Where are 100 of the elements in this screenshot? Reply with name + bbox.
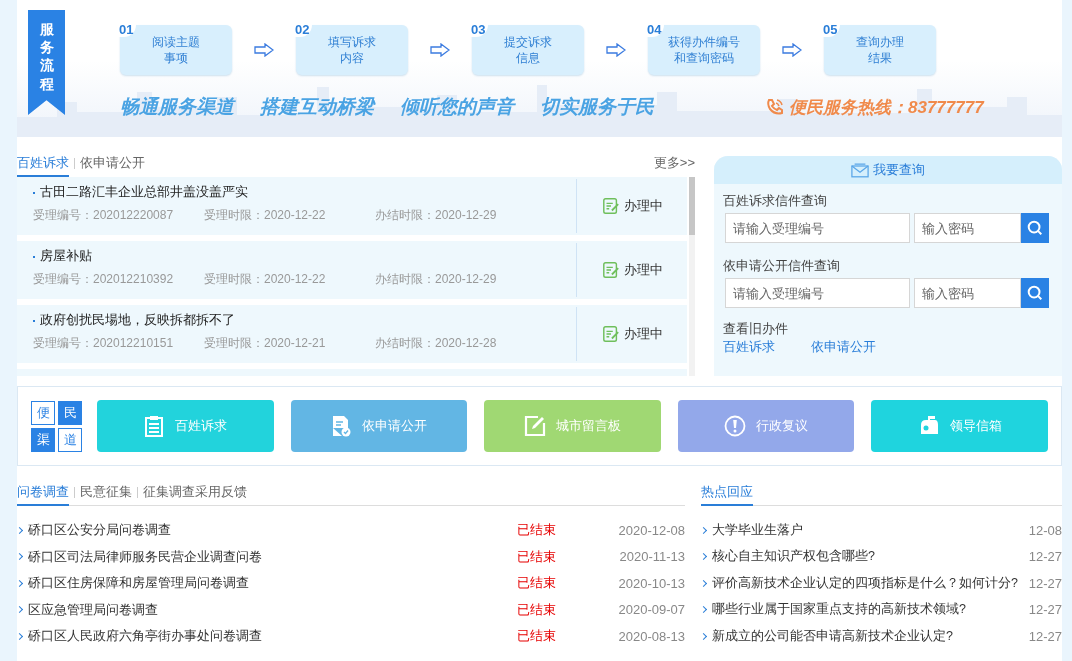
step-label: 提交诉求 — [504, 34, 552, 50]
badge-character: 便 — [31, 400, 55, 425]
search-icon — [1026, 284, 1044, 302]
badge-character: 民 — [58, 400, 82, 425]
edit-icon — [524, 415, 546, 437]
question-link[interactable]: 哪些行业属于国家重点支持的高新技术领域? — [712, 601, 1018, 619]
edit-note-icon — [601, 261, 620, 279]
step-label: 查询办理 — [856, 34, 904, 50]
question-date: 12-08 — [1027, 522, 1062, 538]
hotline-text: 便民服务热线：83777777 — [789, 96, 984, 119]
old-case-link[interactable]: 依申请公开 — [811, 338, 876, 356]
slogan-text: 倾听您的声音 — [400, 95, 514, 119]
survey-status: 已结束 — [517, 574, 558, 593]
panel-title: 我要查询 — [873, 161, 925, 179]
arrow-icon — [782, 43, 802, 57]
request-title[interactable]: 古田二路汇丰企业总部井盖没盖严实 — [33, 183, 576, 201]
step-label: 信息 — [516, 50, 540, 66]
query-label: 依申请公开信件查询 — [723, 257, 841, 275]
edit-note-icon — [601, 197, 620, 215]
question-date: 12-27 — [1027, 549, 1062, 565]
ribbon-title: 服务流程 — [39, 20, 54, 93]
status-text: 办理中 — [623, 325, 663, 343]
request-card[interactable]: 古田二路汇丰企业总部井盖没盖严实 受理编号：202012220087 受理时限：2020-12-22 办结时限：2020-12-29 办理中 — [17, 177, 687, 235]
accepted-date: 受理时限：2020-12-22 — [204, 271, 327, 288]
edit-note-icon — [601, 325, 620, 343]
query-label: 百姓诉求信件查询 — [723, 192, 828, 210]
survey-title[interactable]: 硚口区司法局律师服务民营企业调查问卷 — [28, 547, 518, 566]
question-date: 12-27 — [1027, 575, 1062, 591]
step-number: 05 — [820, 22, 841, 37]
password-field[interactable]: 输入密码 — [914, 213, 1021, 243]
slogan-text: 搭建互动桥梁 — [260, 95, 374, 119]
step-label: 和查询密码 — [674, 50, 734, 66]
step-label: 结果 — [868, 50, 892, 66]
arrow-icon — [606, 43, 626, 57]
badge-character: 道 — [58, 427, 82, 452]
survey-title[interactable]: 区应急管理局问卷调查 — [28, 600, 518, 619]
search-button[interactable] — [1021, 278, 1049, 308]
survey-status: 已结束 — [517, 627, 558, 646]
step-label: 填写诉求 — [328, 34, 376, 50]
number-field[interactable]: 请输入受理编号 — [725, 278, 910, 308]
status-text: 办理中 — [623, 261, 663, 279]
step-number: 03 — [468, 22, 489, 37]
tab[interactable]: 征集调查采用反馈 — [143, 479, 247, 506]
request-title[interactable]: 房屋补贴 — [33, 247, 576, 265]
question-date: 12-27 — [1027, 602, 1062, 618]
step-label: 获得办件编号 — [668, 34, 740, 50]
survey-date: 2020-09-07 — [617, 602, 686, 618]
question-link[interactable]: 核心自主知识产权包含哪些? — [712, 548, 1018, 566]
deadline-date: 办结时限：2020-12-29 — [375, 207, 497, 224]
step-label: 事项 — [164, 50, 188, 66]
survey-status: 已结束 — [517, 547, 558, 566]
request-title[interactable]: 政府创扰民場地，反映拆都拆不了 — [33, 311, 576, 329]
old-case-link[interactable]: 百姓诉求 — [723, 338, 775, 356]
search-icon — [1026, 219, 1044, 237]
survey-title[interactable]: 硚口区住房保障和房屋管理局问卷调查 — [28, 574, 518, 593]
question-date: 12-27 — [1027, 628, 1062, 644]
request-card[interactable]: 房屋补贴 受理编号：202012210392 受理时限：2020-12-22 办结时限：2020-12-29 办理中 — [17, 241, 687, 299]
step-number: 04 — [644, 22, 665, 37]
tab[interactable]: 民意征集 — [80, 479, 132, 506]
clipboard-icon — [143, 415, 166, 437]
scrollbar[interactable] — [689, 177, 695, 376]
badge-character: 渠 — [31, 427, 55, 452]
scroll-thumb[interactable] — [689, 177, 695, 235]
tab[interactable]: 热点回应 — [701, 479, 754, 506]
tab[interactable]: 问卷调查 — [17, 479, 69, 506]
step-number: 02 — [292, 22, 313, 37]
survey-date: 2020-12-08 — [617, 522, 686, 538]
search-button[interactable] — [1021, 213, 1049, 243]
arrow-icon — [430, 43, 450, 57]
survey-status: 已结束 — [517, 521, 558, 540]
step-number: 01 — [116, 22, 137, 37]
number-field[interactable]: 请输入受理编号 — [725, 213, 910, 243]
step-label: 阅读主题 — [152, 34, 200, 50]
accepted-date: 受理时限：2020-12-21 — [204, 335, 327, 352]
arrow-icon — [254, 43, 274, 57]
alert-icon — [724, 415, 747, 437]
envelope-icon — [851, 162, 869, 178]
survey-title[interactable]: 硚口区人民政府六角亭街办事处问卷调查 — [28, 627, 518, 646]
document-check-icon — [330, 415, 353, 437]
old-cases-label: 查看旧办件 — [723, 320, 789, 338]
request-number: 受理编号：202012220087 — [33, 207, 175, 224]
password-field[interactable]: 输入密码 — [914, 278, 1021, 308]
question-link[interactable]: 评价高新技术企业认定的四项指标是什么？如何计分? — [712, 574, 1018, 592]
step-label: 内容 — [340, 50, 364, 66]
phone-icon — [765, 97, 785, 117]
accepted-date: 受理时限：2020-12-22 — [204, 207, 327, 224]
request-number: 受理编号：202012210151 — [33, 335, 175, 352]
question-link[interactable]: 大学毕业生落户 — [712, 521, 1018, 539]
tab[interactable]: 依申请公开 — [80, 150, 145, 177]
survey-date: 2020-11-13 — [618, 549, 686, 565]
survey-date: 2020-10-13 — [617, 575, 686, 591]
deadline-date: 办结时限：2020-12-28 — [375, 335, 497, 352]
survey-title[interactable]: 硚口区公安分局问卷调查 — [28, 521, 518, 540]
slogan-text: 切实服务于民 — [540, 95, 654, 119]
more-link[interactable]: 更多>> — [653, 154, 695, 177]
slogan-text: 畅通服务渠道 — [120, 95, 234, 119]
status-text: 办理中 — [623, 197, 663, 215]
question-link[interactable]: 新成立的公司能否申请高新技术企业认定? — [712, 627, 1018, 645]
request-card[interactable]: 政府创扰民場地，反映拆都拆不了 受理编号：202012210151 受理时限：2020-12-21 办结时限：2020-12-28 办理中 — [17, 305, 687, 363]
survey-date: 2020-08-13 — [617, 628, 686, 644]
